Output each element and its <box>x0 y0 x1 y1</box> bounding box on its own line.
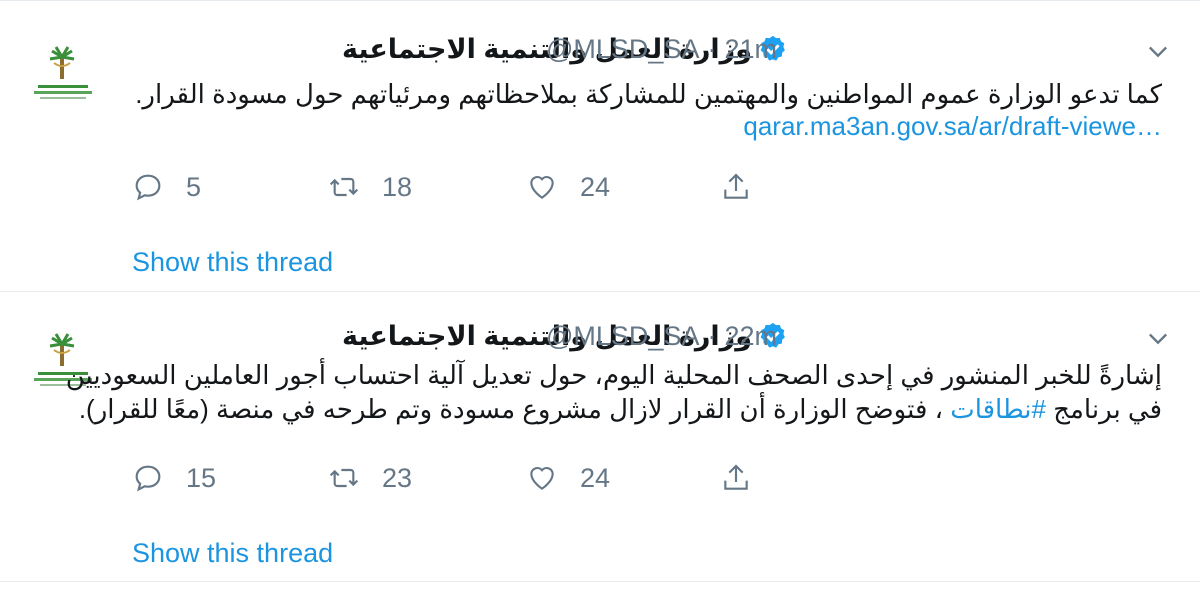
share-button[interactable] <box>720 167 752 207</box>
like-icon <box>530 175 554 199</box>
tweet-meta: @MLSD_SA · 21m <box>546 29 777 69</box>
reply-icon <box>135 174 161 201</box>
separator: · <box>707 320 717 351</box>
retweet-icon <box>329 468 359 488</box>
tweet-actions: 15 23 24 <box>130 458 830 498</box>
handle[interactable]: @MLSD_SA <box>546 321 699 352</box>
show-thread-link[interactable]: Show this thread <box>132 247 333 278</box>
tweet-actions: 5 18 24 <box>130 167 830 207</box>
separator: · <box>707 33 717 64</box>
tweet-text-line: كما تدعو الوزارة عموم المواطنين والمهتمي… <box>135 79 1162 109</box>
reply-count: 15 <box>186 462 217 493</box>
tweet-link[interactable]: qarar.ma3an.gov.sa/ar/draft-viewe… <box>743 111 1162 142</box>
reply-button[interactable]: 5 <box>132 167 201 207</box>
retweet-button[interactable]: 18 <box>328 167 412 207</box>
palm-logo-icon <box>25 42 101 118</box>
chevron-down-icon[interactable] <box>1144 37 1172 65</box>
like-count: 24 <box>580 462 611 493</box>
retweet-button[interactable]: 23 <box>328 458 412 498</box>
reply-icon <box>135 465 161 492</box>
tweet-text: كما تدعو الوزارة عموم المواطنين والمهتمي… <box>132 77 1162 111</box>
like-count: 24 <box>580 171 611 202</box>
timestamp[interactable]: 21m <box>724 34 777 65</box>
reply-button[interactable]: 15 <box>132 458 216 498</box>
tweet[interactable]: وزارة العمل والتنمية الاجتماعية @MLSD_SA… <box>0 0 1200 292</box>
tweet-text-segment: ، فتوضح الوزارة أن القرار لازال مشروع مس… <box>78 394 951 424</box>
share-button[interactable] <box>720 458 752 498</box>
show-thread-link[interactable]: Show this thread <box>132 538 333 569</box>
hashtag-link[interactable]: #نطاقات <box>950 394 1046 424</box>
like-icon <box>530 466 554 490</box>
tweet-text-line: في برنامج #نطاقات ، فتوضح الوزارة أن الق… <box>79 392 1162 426</box>
tweet-text-line: إشارةً للخبر المنشور في إحدى الصحف المحل… <box>65 360 1162 390</box>
retweet-count: 23 <box>382 462 413 493</box>
handle[interactable]: @MLSD_SA <box>546 34 699 65</box>
avatar[interactable] <box>24 41 102 119</box>
like-button[interactable]: 24 <box>526 167 610 207</box>
timestamp[interactable]: 22m <box>724 321 777 352</box>
reply-count: 5 <box>186 171 202 202</box>
tweet-text: إشارةً للخبر المنشور في إحدى الصحف المحل… <box>65 358 1162 426</box>
like-button[interactable]: 24 <box>526 458 610 498</box>
share-icon <box>724 464 748 490</box>
retweet-icon <box>329 177 359 197</box>
retweet-count: 18 <box>382 171 413 202</box>
chevron-down-icon[interactable] <box>1144 324 1172 352</box>
tweet-meta: @MLSD_SA · 22m <box>546 316 777 356</box>
tweet-text-segment: في برنامج <box>1046 394 1162 424</box>
tweet[interactable]: وزارة العمل والتنمية الاجتماعية @MLSD_SA… <box>0 292 1200 582</box>
share-icon <box>724 173 748 199</box>
